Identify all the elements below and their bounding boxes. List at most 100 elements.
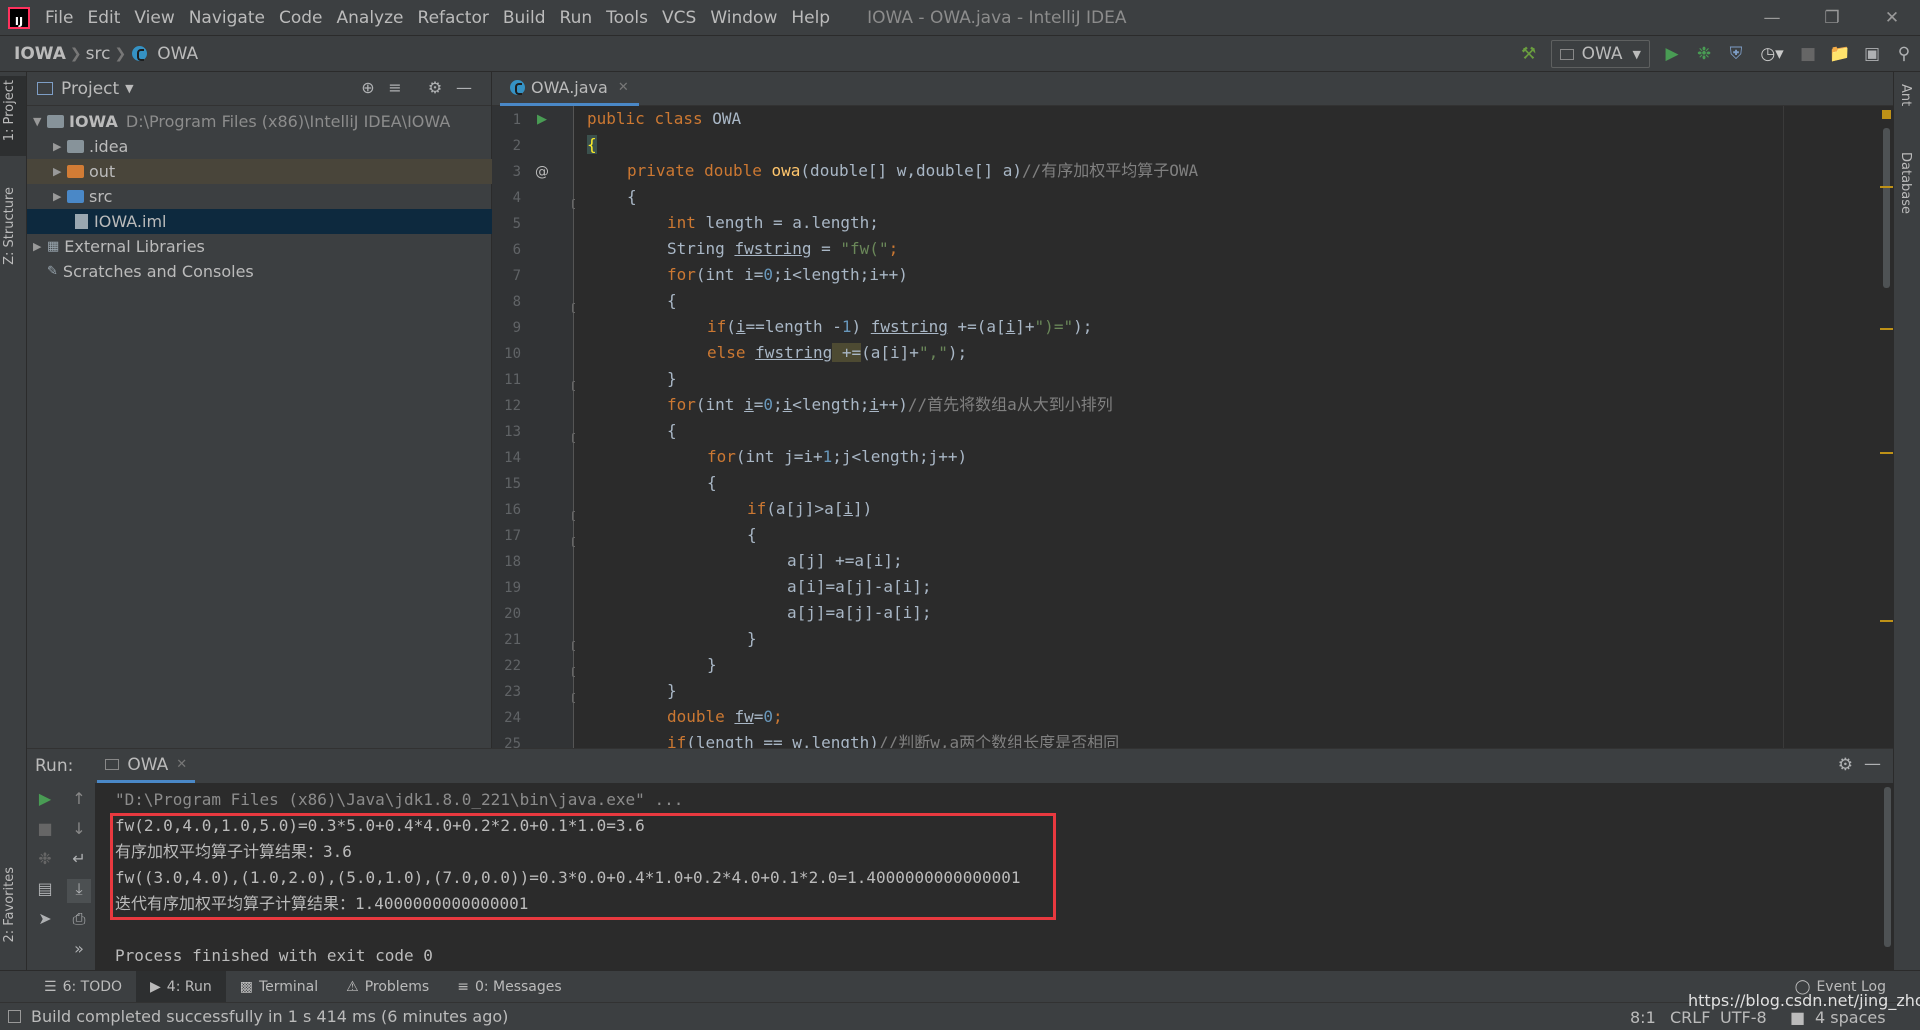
- hide-icon[interactable]: —: [1864, 754, 1881, 774]
- tree-item-out[interactable]: ▶ out: [27, 159, 492, 184]
- menu-code[interactable]: Code: [272, 8, 330, 28]
- tab-favorites[interactable]: 2: Favorites: [2, 867, 17, 943]
- tab-messages[interactable]: ≡ 0: Messages: [443, 971, 575, 1003]
- code-line: for(int i=0;i<length;i++): [667, 265, 908, 284]
- line-number: 22: [504, 658, 521, 674]
- run-tab-owa[interactable]: OWA ✕: [97, 749, 196, 783]
- close-icon[interactable]: ✕: [1864, 0, 1920, 36]
- tree-item-scratches[interactable]: ✎ Scratches and Consoles: [27, 259, 492, 284]
- run-gutter-icon[interactable]: ▶: [537, 112, 547, 127]
- console-scrollbar[interactable]: [1882, 783, 1893, 971]
- profile-icon[interactable]: ◷▾: [1752, 39, 1792, 69]
- indent-setting[interactable]: 4 spaces: [1815, 1008, 1886, 1027]
- menu-tools[interactable]: Tools: [599, 8, 655, 28]
- tab-problems[interactable]: ⚠ Problems: [332, 971, 443, 1003]
- warning-stripe[interactable]: [1880, 328, 1893, 330]
- warning-indicator-icon[interactable]: [1882, 110, 1891, 119]
- breadcrumb-separator: ❯: [114, 45, 127, 62]
- run-panel-label: Run:: [35, 756, 74, 776]
- tab-owa-java[interactable]: OWA.java ✕: [500, 72, 639, 106]
- tree-item-iml[interactable]: IOWA.iml: [27, 209, 492, 234]
- menu-window[interactable]: Window: [703, 8, 784, 28]
- project-path: D:\Program Files (x86)\IntelliJ IDEA\IOW…: [125, 112, 451, 131]
- breadcrumb-class[interactable]: OWA: [153, 44, 202, 64]
- code-editor[interactable]: public class OWA { private double owa(do…: [575, 106, 1875, 748]
- stop-icon[interactable]: ■: [1792, 39, 1824, 69]
- down-arrow-icon[interactable]: ↓: [67, 819, 91, 843]
- tree-item-project-root[interactable]: ▼ IOWA D:\Program Files (x86)\IntelliJ I…: [27, 109, 492, 134]
- rerun-icon[interactable]: ▶: [33, 789, 57, 813]
- restore-icon[interactable]: ❐: [1804, 0, 1860, 36]
- project-structure-icon[interactable]: 📁: [1824, 39, 1856, 69]
- minimize-icon[interactable]: —: [1744, 0, 1800, 36]
- scrollbar-thumb[interactable]: [1884, 787, 1891, 947]
- warning-stripe[interactable]: [1880, 620, 1893, 622]
- line-separator[interactable]: CRLF: [1670, 1008, 1710, 1027]
- menu-build[interactable]: Build: [496, 8, 553, 28]
- messages-icon: ≡: [457, 978, 469, 995]
- caret-position[interactable]: 8:1: [1630, 1008, 1656, 1027]
- tab-terminal[interactable]: ▩ Terminal: [226, 971, 332, 1003]
- chevron-down-icon[interactable]: ▼: [125, 82, 133, 95]
- debug-icon[interactable]: ❉: [1688, 39, 1720, 69]
- toggle-tool-windows-icon[interactable]: [8, 1010, 21, 1023]
- build-hammer-icon[interactable]: ⚒: [1513, 39, 1545, 69]
- breadcrumb-src[interactable]: src: [82, 44, 115, 64]
- code-line: {: [707, 473, 717, 492]
- collapse-all-icon[interactable]: ≡: [384, 78, 406, 100]
- soft-wrap-icon[interactable]: ↵: [67, 849, 91, 873]
- run-icon[interactable]: ▶: [1656, 39, 1688, 69]
- print-icon[interactable]: ⎙: [67, 909, 91, 933]
- tab-ant[interactable]: Ant: [1898, 84, 1913, 106]
- line-number: 2: [512, 138, 521, 154]
- annotation-at-icon[interactable]: @: [535, 164, 549, 180]
- menu-navigate[interactable]: Navigate: [182, 8, 272, 28]
- scrollbar-thumb[interactable]: [1883, 128, 1890, 288]
- menu-vcs[interactable]: VCS: [655, 8, 703, 28]
- pin-icon[interactable]: ➤: [33, 909, 57, 933]
- debug-icon[interactable]: ❉: [33, 849, 57, 873]
- code-line: a[j]=a[j]-a[i];: [787, 603, 932, 622]
- line-number: 21: [504, 632, 521, 648]
- menu-edit[interactable]: Edit: [80, 8, 127, 28]
- menu-view[interactable]: View: [127, 8, 181, 28]
- search-icon[interactable]: ⚲: [1888, 39, 1920, 69]
- breadcrumb-project[interactable]: IOWA: [10, 44, 70, 64]
- tab-database[interactable]: Database: [1898, 152, 1913, 214]
- menu-help[interactable]: Help: [784, 8, 837, 28]
- tab-project[interactable]: 1: Project: [2, 80, 17, 141]
- tree-item-src[interactable]: ▶ src: [27, 184, 492, 209]
- scroll-to-end-icon[interactable]: ⤓: [67, 879, 91, 903]
- close-tab-icon[interactable]: ✕: [176, 757, 187, 772]
- project-view-select[interactable]: Project: [61, 79, 119, 99]
- menu-run[interactable]: Run: [553, 8, 600, 28]
- hide-icon[interactable]: —: [453, 78, 475, 100]
- tab-todo[interactable]: ☰ 6: TODO: [30, 971, 136, 1003]
- tab-run[interactable]: ▶ 4: Run: [136, 970, 226, 1003]
- editor-scrollbar[interactable]: [1880, 106, 1893, 748]
- gear-icon[interactable]: ⚙: [424, 78, 446, 100]
- terminal-icon: ▩: [239, 978, 253, 995]
- close-tab-icon[interactable]: ✕: [618, 80, 629, 95]
- menu-analyze[interactable]: Analyze: [330, 8, 411, 28]
- presentation-icon[interactable]: ▣: [1856, 39, 1888, 69]
- tree-item-idea[interactable]: ▶ .idea: [27, 134, 492, 159]
- tree-item-external-libraries[interactable]: ▶ ▦ External Libraries: [27, 234, 492, 259]
- code-line: int length = a.length;: [667, 213, 879, 232]
- gear-icon[interactable]: ⚙: [1838, 755, 1853, 775]
- tab-structure[interactable]: Z: Structure: [2, 187, 17, 265]
- warning-stripe[interactable]: [1880, 452, 1893, 454]
- menu-file[interactable]: File: [38, 8, 80, 28]
- locate-icon[interactable]: ⊕: [357, 78, 379, 100]
- warning-stripe[interactable]: [1880, 186, 1893, 188]
- menu-refactor[interactable]: Refactor: [411, 8, 496, 28]
- up-arrow-icon[interactable]: ↑: [67, 789, 91, 813]
- stop-icon[interactable]: ■: [33, 819, 57, 843]
- coverage-icon[interactable]: ⛨: [1720, 39, 1752, 69]
- more-icon[interactable]: »: [67, 939, 91, 963]
- layout-icon[interactable]: ▤: [33, 879, 57, 903]
- run-config-select[interactable]: OWA ▼: [1550, 40, 1650, 68]
- file-encoding[interactable]: UTF-8: [1720, 1008, 1767, 1027]
- lock-icon[interactable]: ■: [1790, 1008, 1805, 1027]
- collapsed-arrow-icon: ▶: [53, 165, 62, 178]
